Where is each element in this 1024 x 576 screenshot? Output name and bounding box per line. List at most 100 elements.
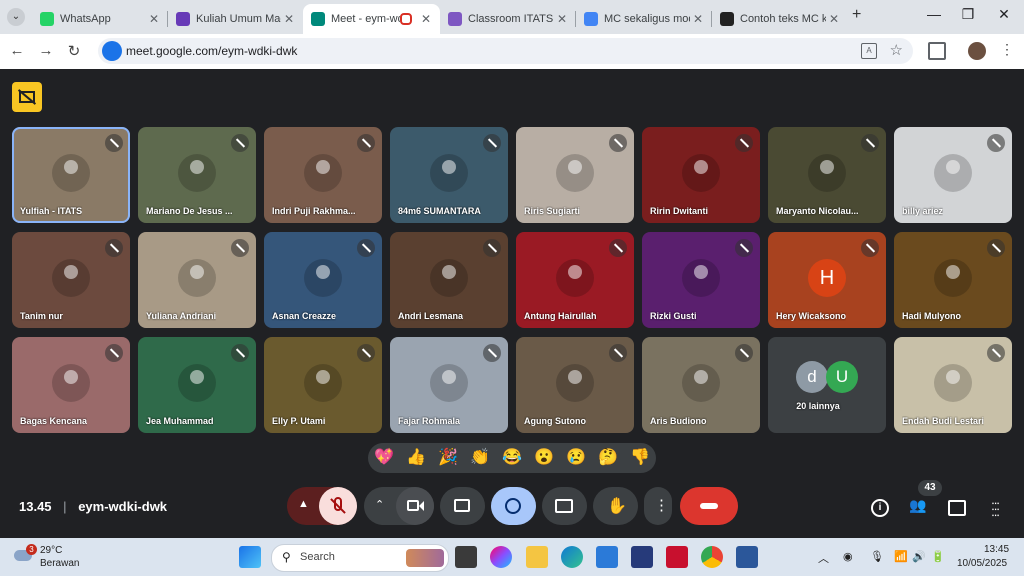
participant-tile[interactable]: Jea Muhammad (138, 337, 256, 433)
profile-avatar[interactable] (968, 42, 986, 60)
clock-date[interactable]: 10/05/2025 (957, 558, 1007, 569)
participant-tile[interactable]: Hadi Mulyono (894, 232, 1012, 328)
people-icon: 👥 (909, 497, 927, 513)
participant-tile[interactable]: Bagas Kencana (12, 337, 130, 433)
translate-icon[interactable]: A (861, 43, 877, 59)
reaction-emoji-button[interactable]: 🤔 (597, 447, 619, 469)
participant-tile[interactable]: Indri Puji Rakhma... (264, 127, 382, 223)
browser-menu-icon[interactable]: ⋮ (1000, 41, 1014, 58)
new-tab-button[interactable]: + (852, 6, 861, 24)
extensions-icon[interactable] (928, 42, 946, 60)
overflow-avatar: d (796, 361, 828, 393)
participant-name: Tanim nur (20, 311, 63, 321)
mic-off-button[interactable] (319, 487, 357, 525)
close-window-button[interactable]: ✕ (994, 6, 1014, 23)
participant-tile[interactable]: billy ariez (894, 127, 1012, 223)
bookmark-star-icon[interactable]: ☆ (890, 41, 903, 59)
tab-close-icon[interactable]: ✕ (554, 12, 570, 26)
activities-button[interactable]: ∙∙∙ ∙∙∙ ∙∙∙ (983, 496, 1007, 521)
microphone-tray-icon[interactable]: 🎙 (870, 550, 884, 563)
participant-tile[interactable]: Agung Sutono (516, 337, 634, 433)
reaction-emoji-button[interactable]: 👍 (405, 447, 427, 469)
store-icon[interactable] (596, 546, 618, 568)
word-icon[interactable] (736, 546, 758, 568)
chat-button[interactable] (945, 497, 969, 517)
captions-button[interactable] (440, 487, 485, 525)
raise-hand-button[interactable]: ✋ (593, 487, 638, 525)
edge-icon[interactable] (561, 546, 583, 568)
security-tray-icon[interactable]: ◉ (843, 550, 853, 563)
minimize-button[interactable]: — (924, 6, 944, 22)
app-icon[interactable] (631, 546, 653, 568)
browser-tab[interactable]: Classroom ITATS ✕ (440, 4, 576, 34)
participant-tile[interactable]: Asnan Creazze (264, 232, 382, 328)
antivirus-icon[interactable] (666, 546, 688, 568)
maximize-button[interactable]: ❐ (958, 6, 978, 23)
present-screen-button[interactable] (542, 487, 587, 525)
taskbar-search[interactable]: ⚲ Search (271, 544, 449, 572)
participant-tile[interactable]: Fajar Rohmala (390, 337, 508, 433)
tab-close-icon[interactable]: ✕ (146, 12, 162, 26)
meeting-details-button[interactable]: i (868, 497, 892, 517)
back-button[interactable]: ← (7, 42, 27, 59)
wifi-icon[interactable]: 📶 (894, 550, 908, 563)
tab-close-icon[interactable]: ✕ (281, 12, 297, 26)
more-options-button[interactable]: ⋮ (644, 487, 672, 525)
tab-close-icon[interactable]: ✕ (418, 12, 434, 26)
participant-tile[interactable]: H Hery Wicaksono (768, 232, 886, 328)
tab-close-icon[interactable]: ✕ (690, 12, 706, 26)
participant-tile[interactable]: Elly P. Utami (264, 337, 382, 433)
participant-tile[interactable]: Maryanto Nicolau... (768, 127, 886, 223)
reaction-emoji-button[interactable]: 👏 (469, 447, 491, 469)
browser-tab[interactable]: Meet - eym-wd ✕ (303, 4, 440, 34)
participant-tile[interactable]: Mariano De Jesus ... (138, 127, 256, 223)
participant-tile[interactable]: Aris Budiono (642, 337, 760, 433)
reaction-emoji-button[interactable]: 😢 (565, 447, 587, 469)
tab-search-button[interactable]: ⌄ (7, 8, 25, 26)
mic-options-chevron[interactable]: ▲ (298, 498, 309, 510)
reaction-bar: 💖 👍 🎉 👏 😂 😮 😢 🤔 👎 (368, 443, 656, 473)
browser-tab[interactable]: MC sekaligus mod ✕ (576, 4, 712, 34)
volume-icon[interactable]: 🔊 (912, 550, 926, 563)
camera-button[interactable] (396, 487, 434, 525)
browser-tab[interactable]: WhatsApp ✕ (32, 4, 168, 34)
mic-muted-icon (609, 344, 627, 362)
reaction-emoji-button[interactable]: 😂 (501, 447, 523, 469)
chevron-up-icon[interactable]: ︿ (818, 550, 829, 566)
participant-tile[interactable]: Riris Sugiarti (516, 127, 634, 223)
camera-options-chevron[interactable]: ⌃ (375, 498, 384, 511)
reaction-emoji-button[interactable]: 🎉 (437, 447, 459, 469)
reactions-button[interactable] (491, 487, 536, 525)
leave-call-button[interactable] (680, 487, 738, 525)
tab-close-icon[interactable]: ✕ (826, 12, 842, 26)
participant-tile[interactable]: Ririn Dwitanti (642, 127, 760, 223)
participant-tile[interactable]: Antung Hairullah (516, 232, 634, 328)
browser-tab[interactable]: Kuliah Umum Mag ✕ (168, 4, 303, 34)
start-windows-icon[interactable] (239, 546, 261, 568)
participant-tile[interactable]: Tanim nur (12, 232, 130, 328)
activity-alert-icon[interactable] (12, 82, 42, 112)
participant-tile[interactable]: Rizki Gusti (642, 232, 760, 328)
reaction-emoji-button[interactable]: 👎 (629, 447, 651, 469)
forward-button[interactable]: → (36, 42, 56, 59)
participant-tile[interactable]: Yuliana Andriani (138, 232, 256, 328)
participant-tile[interactable]: Andri Lesmana (390, 232, 508, 328)
clock-time[interactable]: 13:45 (984, 544, 1009, 555)
reaction-emoji-button[interactable]: 💖 (373, 447, 395, 469)
participant-tile[interactable]: 84m6 SUMANTARA (390, 127, 508, 223)
participant-tile[interactable]: Yulfiah - ITATS (12, 127, 130, 223)
copilot-icon[interactable] (490, 546, 512, 568)
browser-tab[interactable]: Contoh teks MC k ✕ (712, 4, 848, 34)
video-camera-icon (407, 500, 419, 511)
omnibox[interactable]: meet.google.com/eym-wdki-dwk A ☆ (98, 38, 913, 64)
people-button[interactable]: 👥 (906, 497, 930, 517)
reload-button[interactable]: ↻ (64, 42, 84, 60)
weather-widget[interactable]: 3 29°C Berawan (14, 544, 94, 572)
participant-tile[interactable]: Endah Budi Lestari (894, 337, 1012, 433)
battery-icon[interactable]: 🔋 (931, 550, 945, 563)
participant-tile[interactable]: d U 20 lainnya (768, 337, 886, 433)
file-explorer-icon[interactable] (526, 546, 548, 568)
chrome-icon[interactable] (701, 546, 723, 568)
reaction-emoji-button[interactable]: 😮 (533, 447, 555, 469)
task-view-icon[interactable] (455, 546, 477, 568)
